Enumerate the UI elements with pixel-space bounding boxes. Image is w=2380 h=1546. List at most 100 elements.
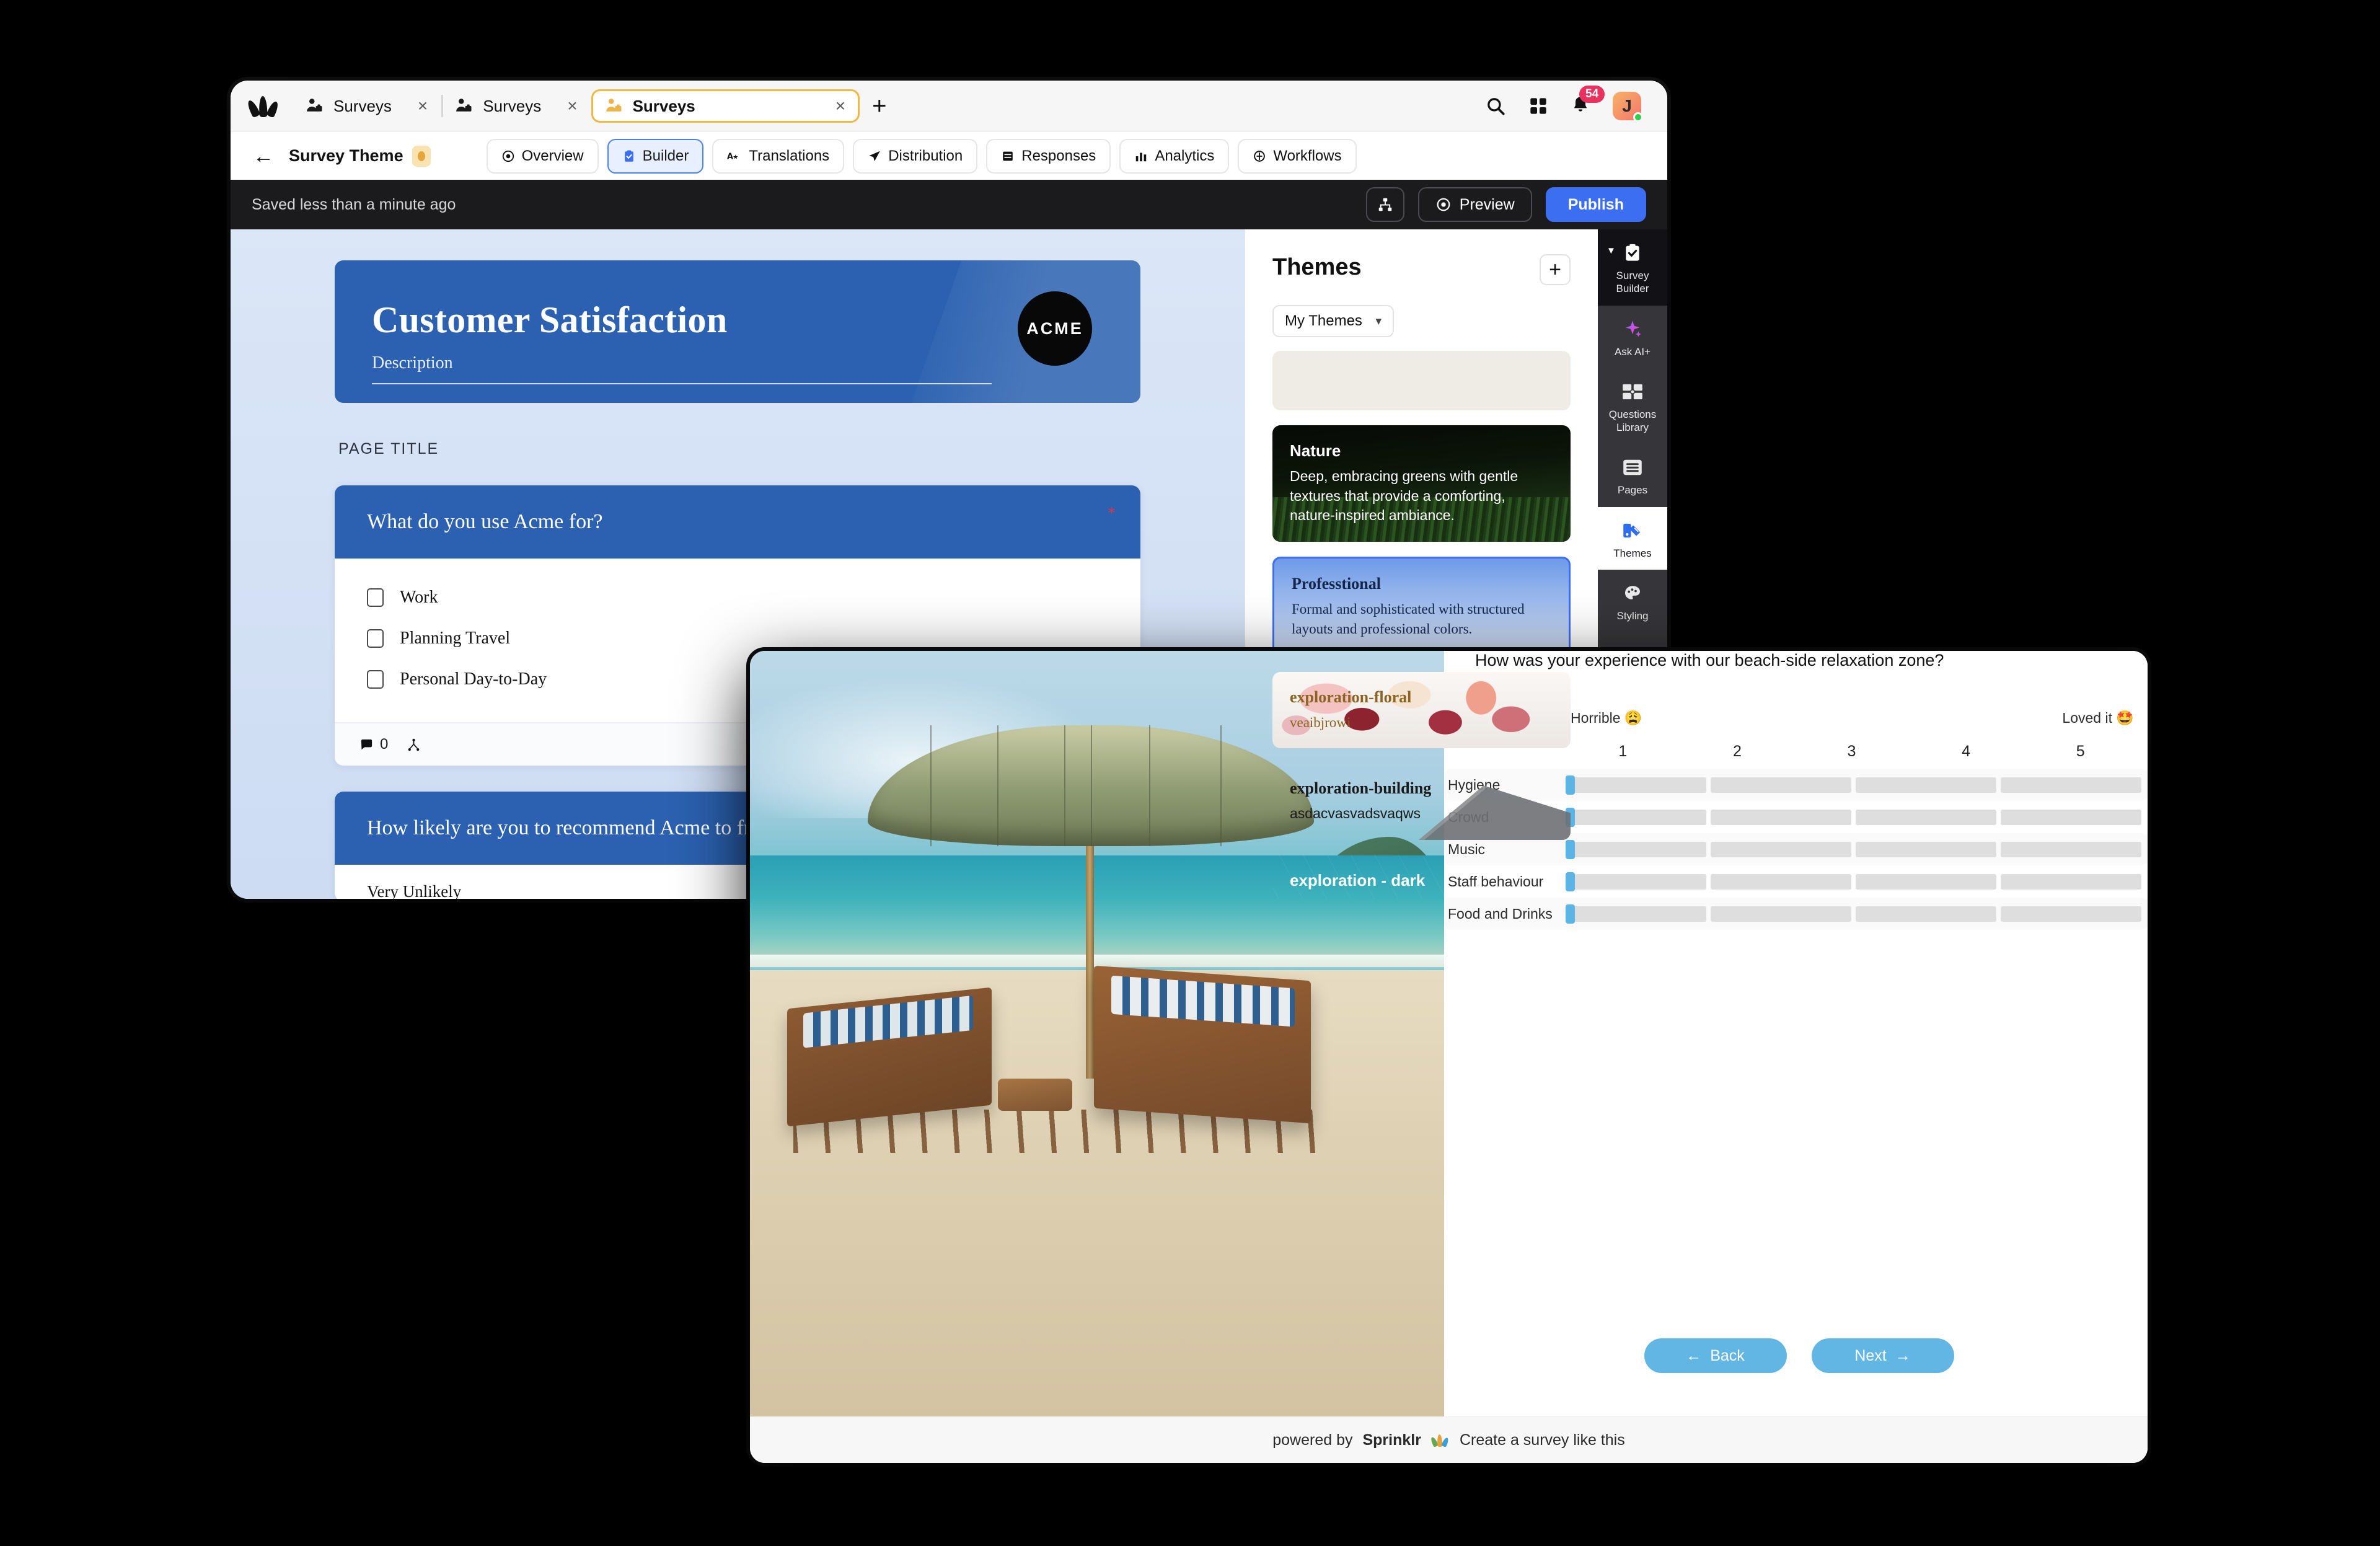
anchor-high: Loved it 🤩 [2062, 710, 2134, 727]
rail-item-questions-library[interactable]: Questions Library [1598, 368, 1667, 444]
beach-hero-image [750, 651, 1444, 1416]
builder-toolbar: Saved less than a minute ago Preview Pub… [231, 180, 1667, 229]
matrix-slider[interactable] [1566, 874, 2141, 890]
theme-card-professional[interactable]: Professtional Formal and sophisticated w… [1272, 557, 1571, 656]
survey-hero: Customer Satisfaction Description ACME [335, 260, 1140, 403]
preview-button[interactable]: Preview [1418, 187, 1532, 222]
search-icon[interactable] [1485, 95, 1506, 117]
lounge-chair-left [787, 987, 992, 1127]
tab-translations[interactable]: A ★ Translations [712, 139, 844, 174]
eye-icon [1435, 197, 1452, 213]
theme-card-nature[interactable]: Nature Deep, embracing greens with gentl… [1272, 425, 1571, 542]
next-button[interactable]: Next → [1812, 1338, 1954, 1373]
checkbox-icon[interactable] [367, 588, 384, 607]
matrix-slider[interactable] [1566, 777, 2141, 793]
publish-button[interactable]: Publish [1546, 187, 1646, 222]
browser-tab-3[interactable]: Surveys × [591, 89, 860, 123]
browser-tab-1-close[interactable]: × [404, 97, 441, 115]
preview-question-text: How was your experience with our beach-s… [1475, 651, 1944, 670]
send-icon [868, 149, 881, 163]
back-button[interactable]: ← [247, 146, 289, 167]
theme-color-chip[interactable] [412, 146, 431, 167]
notifications-button[interactable]: 54 [1571, 94, 1590, 118]
saved-status: Saved less than a minute ago [252, 196, 456, 214]
checkbox-icon[interactable] [367, 629, 384, 648]
themes-panel-header: Themes + [1245, 229, 1598, 285]
rail-item-label: Styling [1616, 610, 1648, 622]
scale-number: 2 [1680, 743, 1795, 761]
survey-description[interactable]: Description [372, 353, 453, 373]
sitemap-icon [1377, 197, 1393, 213]
anchor-low: Horrible 😩 [1571, 710, 1642, 727]
scale-number: 3 [1794, 743, 1909, 761]
avatar[interactable]: J [1613, 92, 1641, 120]
option-row[interactable]: Work [367, 577, 1108, 618]
browser-tab-2-close[interactable]: × [553, 97, 591, 115]
theme-description: veaibjrowi [1290, 713, 1553, 733]
rail-item-styling[interactable]: Styling [1598, 570, 1667, 632]
browser-tab-3-close[interactable]: × [835, 96, 845, 116]
preview-navigation: ← Back Next → [1475, 1338, 2123, 1373]
canvas-page-title[interactable]: PAGE TITLE [338, 440, 1140, 458]
tab-distribution[interactable]: Distribution [853, 139, 977, 174]
matrix-slider[interactable] [1566, 842, 2141, 857]
browser-tab-1[interactable]: Surveys [294, 89, 404, 123]
question-1-footer-left: 0 [359, 736, 421, 753]
floral-texture [1272, 672, 1571, 749]
builder-toolbar-actions: Preview Publish [1366, 187, 1646, 222]
rail-item-themes[interactable]: Themes [1598, 507, 1667, 570]
browser-actions: 54 J [1485, 92, 1651, 120]
theme-card-exploration-floral[interactable]: exploration-floral veaibjrowi [1272, 672, 1571, 749]
tab-builder[interactable]: Builder [607, 139, 704, 174]
comment-button[interactable]: 0 [359, 736, 388, 753]
themes-filter-select[interactable]: My Themes ▾ [1272, 305, 1394, 337]
add-theme-button[interactable]: + [1540, 254, 1571, 285]
survey-user-icon [305, 97, 324, 115]
rail-item-pages[interactable]: Pages [1598, 444, 1667, 506]
scale-number: 1 [1566, 743, 1680, 761]
rail-item-ask-ai[interactable]: Ask AI+ [1598, 306, 1667, 368]
question-1-header: What do you use Acme for? * [335, 485, 1140, 559]
tab-workflows[interactable]: Workflows [1238, 139, 1356, 174]
branch-logic-icon[interactable] [407, 738, 421, 752]
theme-card-partial[interactable] [1272, 351, 1571, 410]
rail-item-label: Pages [1618, 484, 1647, 496]
presence-dot [1633, 112, 1643, 122]
tab-analytics[interactable]: Analytics [1119, 139, 1229, 174]
theme-card-exploration-dark[interactable]: exploration - dark asdacvasvadsvaqws [1272, 855, 1571, 899]
slider-knob[interactable] [1566, 904, 1575, 924]
sitemap-button[interactable] [1366, 187, 1404, 222]
theme-name: Nature [1290, 441, 1553, 461]
checkbox-icon[interactable] [367, 670, 384, 689]
new-tab-button[interactable]: + [860, 94, 899, 118]
slider-knob[interactable] [1566, 775, 1575, 795]
tab-overview[interactable]: Overview [487, 139, 599, 174]
workflow-icon [1253, 149, 1266, 163]
tab-workflows-label: Workflows [1273, 148, 1341, 165]
apps-grid-icon[interactable] [1528, 96, 1548, 116]
back-button[interactable]: ← Back [1644, 1338, 1787, 1373]
theme-name: exploration-building [1290, 779, 1553, 798]
matrix-slider[interactable] [1566, 810, 2141, 825]
survey-user-icon [604, 97, 623, 115]
footer-brand: Sprinklr [1362, 1431, 1421, 1449]
svg-text:★: ★ [733, 154, 739, 161]
themes-heading: Themes [1272, 254, 1362, 281]
browser-tab-2-label: Surveys [483, 97, 541, 116]
footer-link[interactable]: Create a survey like this [1460, 1431, 1625, 1449]
arrow-left-icon: ← [1686, 1347, 1701, 1365]
rail-item-label: Themes [1613, 547, 1651, 559]
side-stool [998, 1079, 1072, 1111]
tab-responses[interactable]: Responses [986, 139, 1111, 174]
rail-item-survey-builder[interactable]: ▼ Survey Builder [1598, 229, 1667, 306]
browser-tab-2[interactable]: Surveys [443, 89, 553, 123]
themes-list[interactable]: Nature Deep, embracing greens with gentl… [1245, 351, 1598, 899]
matrix-row[interactable]: Food and Drinks [1444, 898, 2148, 930]
translate-icon: A ★ [727, 150, 742, 162]
bar-chart-icon [1134, 149, 1148, 163]
sprinklr-logo-icon [247, 91, 280, 121]
theme-description: Formal and sophisticated with structured… [1292, 599, 1551, 638]
sprinklr-logo-icon [1431, 1432, 1450, 1448]
matrix-slider[interactable] [1566, 906, 2141, 922]
notification-badge: 54 [1579, 86, 1605, 104]
